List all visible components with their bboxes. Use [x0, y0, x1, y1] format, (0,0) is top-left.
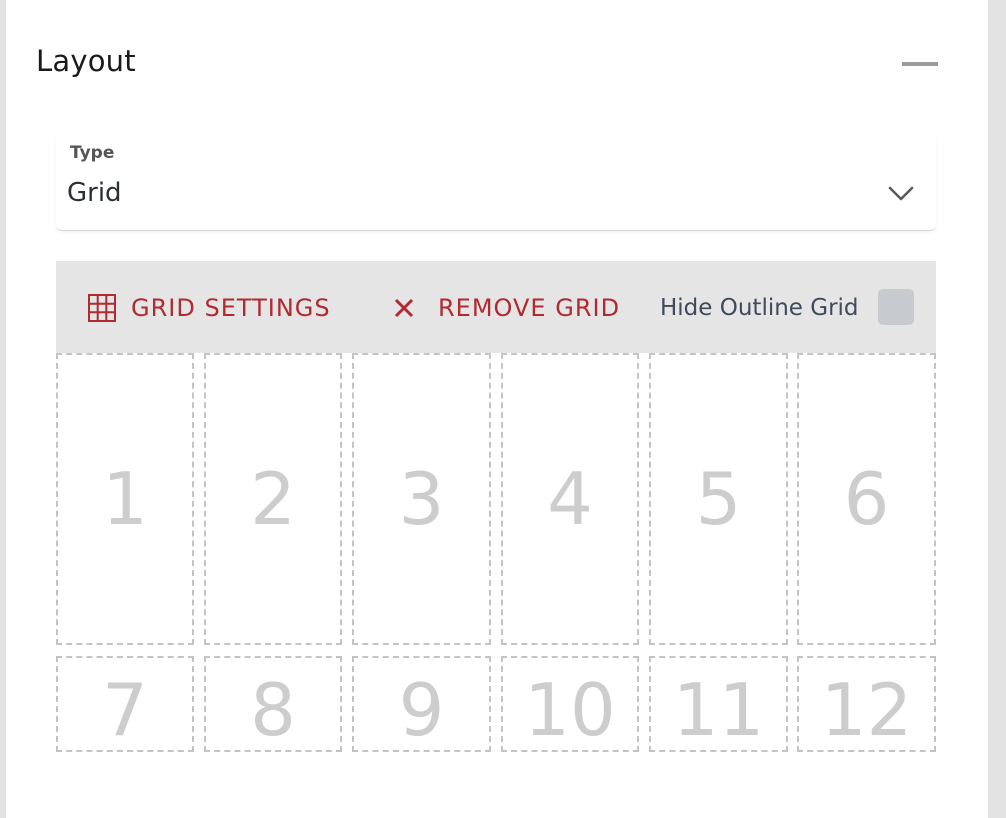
- cell-number: 11: [672, 668, 765, 752]
- collapse-button[interactable]: [896, 50, 946, 78]
- grid-toolbar: GRID SETTINGS REMOVE GRID Hide Outline G…: [56, 261, 936, 353]
- cell-number: 2: [250, 457, 296, 541]
- grid-cell[interactable]: 4: [501, 353, 639, 645]
- cell-number: 6: [843, 457, 890, 541]
- grid-cell[interactable]: 10: [501, 656, 639, 752]
- minus-icon: [902, 62, 938, 66]
- grid-cell[interactable]: 12: [797, 656, 936, 752]
- cell-number: 3: [398, 457, 445, 541]
- grid-cell[interactable]: 9: [352, 656, 491, 752]
- grid-cell[interactable]: 8: [204, 656, 342, 752]
- remove-grid-button[interactable]: REMOVE GRID: [392, 288, 620, 328]
- cell-number: 9: [398, 668, 445, 752]
- cell-number: 1: [102, 457, 148, 541]
- layout-panel: Layout Type Grid GRID SETTINGS REMOVE GR…: [6, 0, 988, 818]
- cell-number: 5: [695, 457, 742, 541]
- hide-outline-label: Hide Outline Grid: [660, 295, 859, 321]
- section-title: Layout: [36, 44, 136, 78]
- type-select[interactable]: Type Grid: [56, 140, 936, 231]
- chevron-down-icon[interactable]: [886, 178, 916, 208]
- cell-number: 12: [820, 668, 913, 752]
- cell-number: 4: [547, 457, 593, 541]
- grid-cell[interactable]: 11: [649, 656, 788, 752]
- grid-cell[interactable]: 2: [204, 353, 342, 645]
- hide-outline-checkbox[interactable]: [878, 289, 914, 325]
- grid-cell[interactable]: 7: [56, 656, 194, 752]
- type-value: Grid: [67, 178, 122, 208]
- grid-cell[interactable]: 1: [56, 353, 194, 645]
- close-icon: [394, 298, 414, 318]
- cell-number: 10: [524, 668, 616, 752]
- remove-grid-label: REMOVE GRID: [438, 294, 621, 322]
- grid-settings-button[interactable]: GRID SETTINGS: [87, 288, 331, 328]
- grid-cell[interactable]: 3: [352, 353, 491, 645]
- cell-number: 7: [102, 668, 148, 752]
- cell-number: 8: [250, 668, 296, 752]
- grid-cell[interactable]: 5: [649, 353, 788, 645]
- grid-settings-label: GRID SETTINGS: [131, 294, 331, 322]
- type-label: Type: [70, 143, 115, 163]
- grid-cell[interactable]: 6: [797, 353, 936, 645]
- grid-icon: [88, 294, 116, 322]
